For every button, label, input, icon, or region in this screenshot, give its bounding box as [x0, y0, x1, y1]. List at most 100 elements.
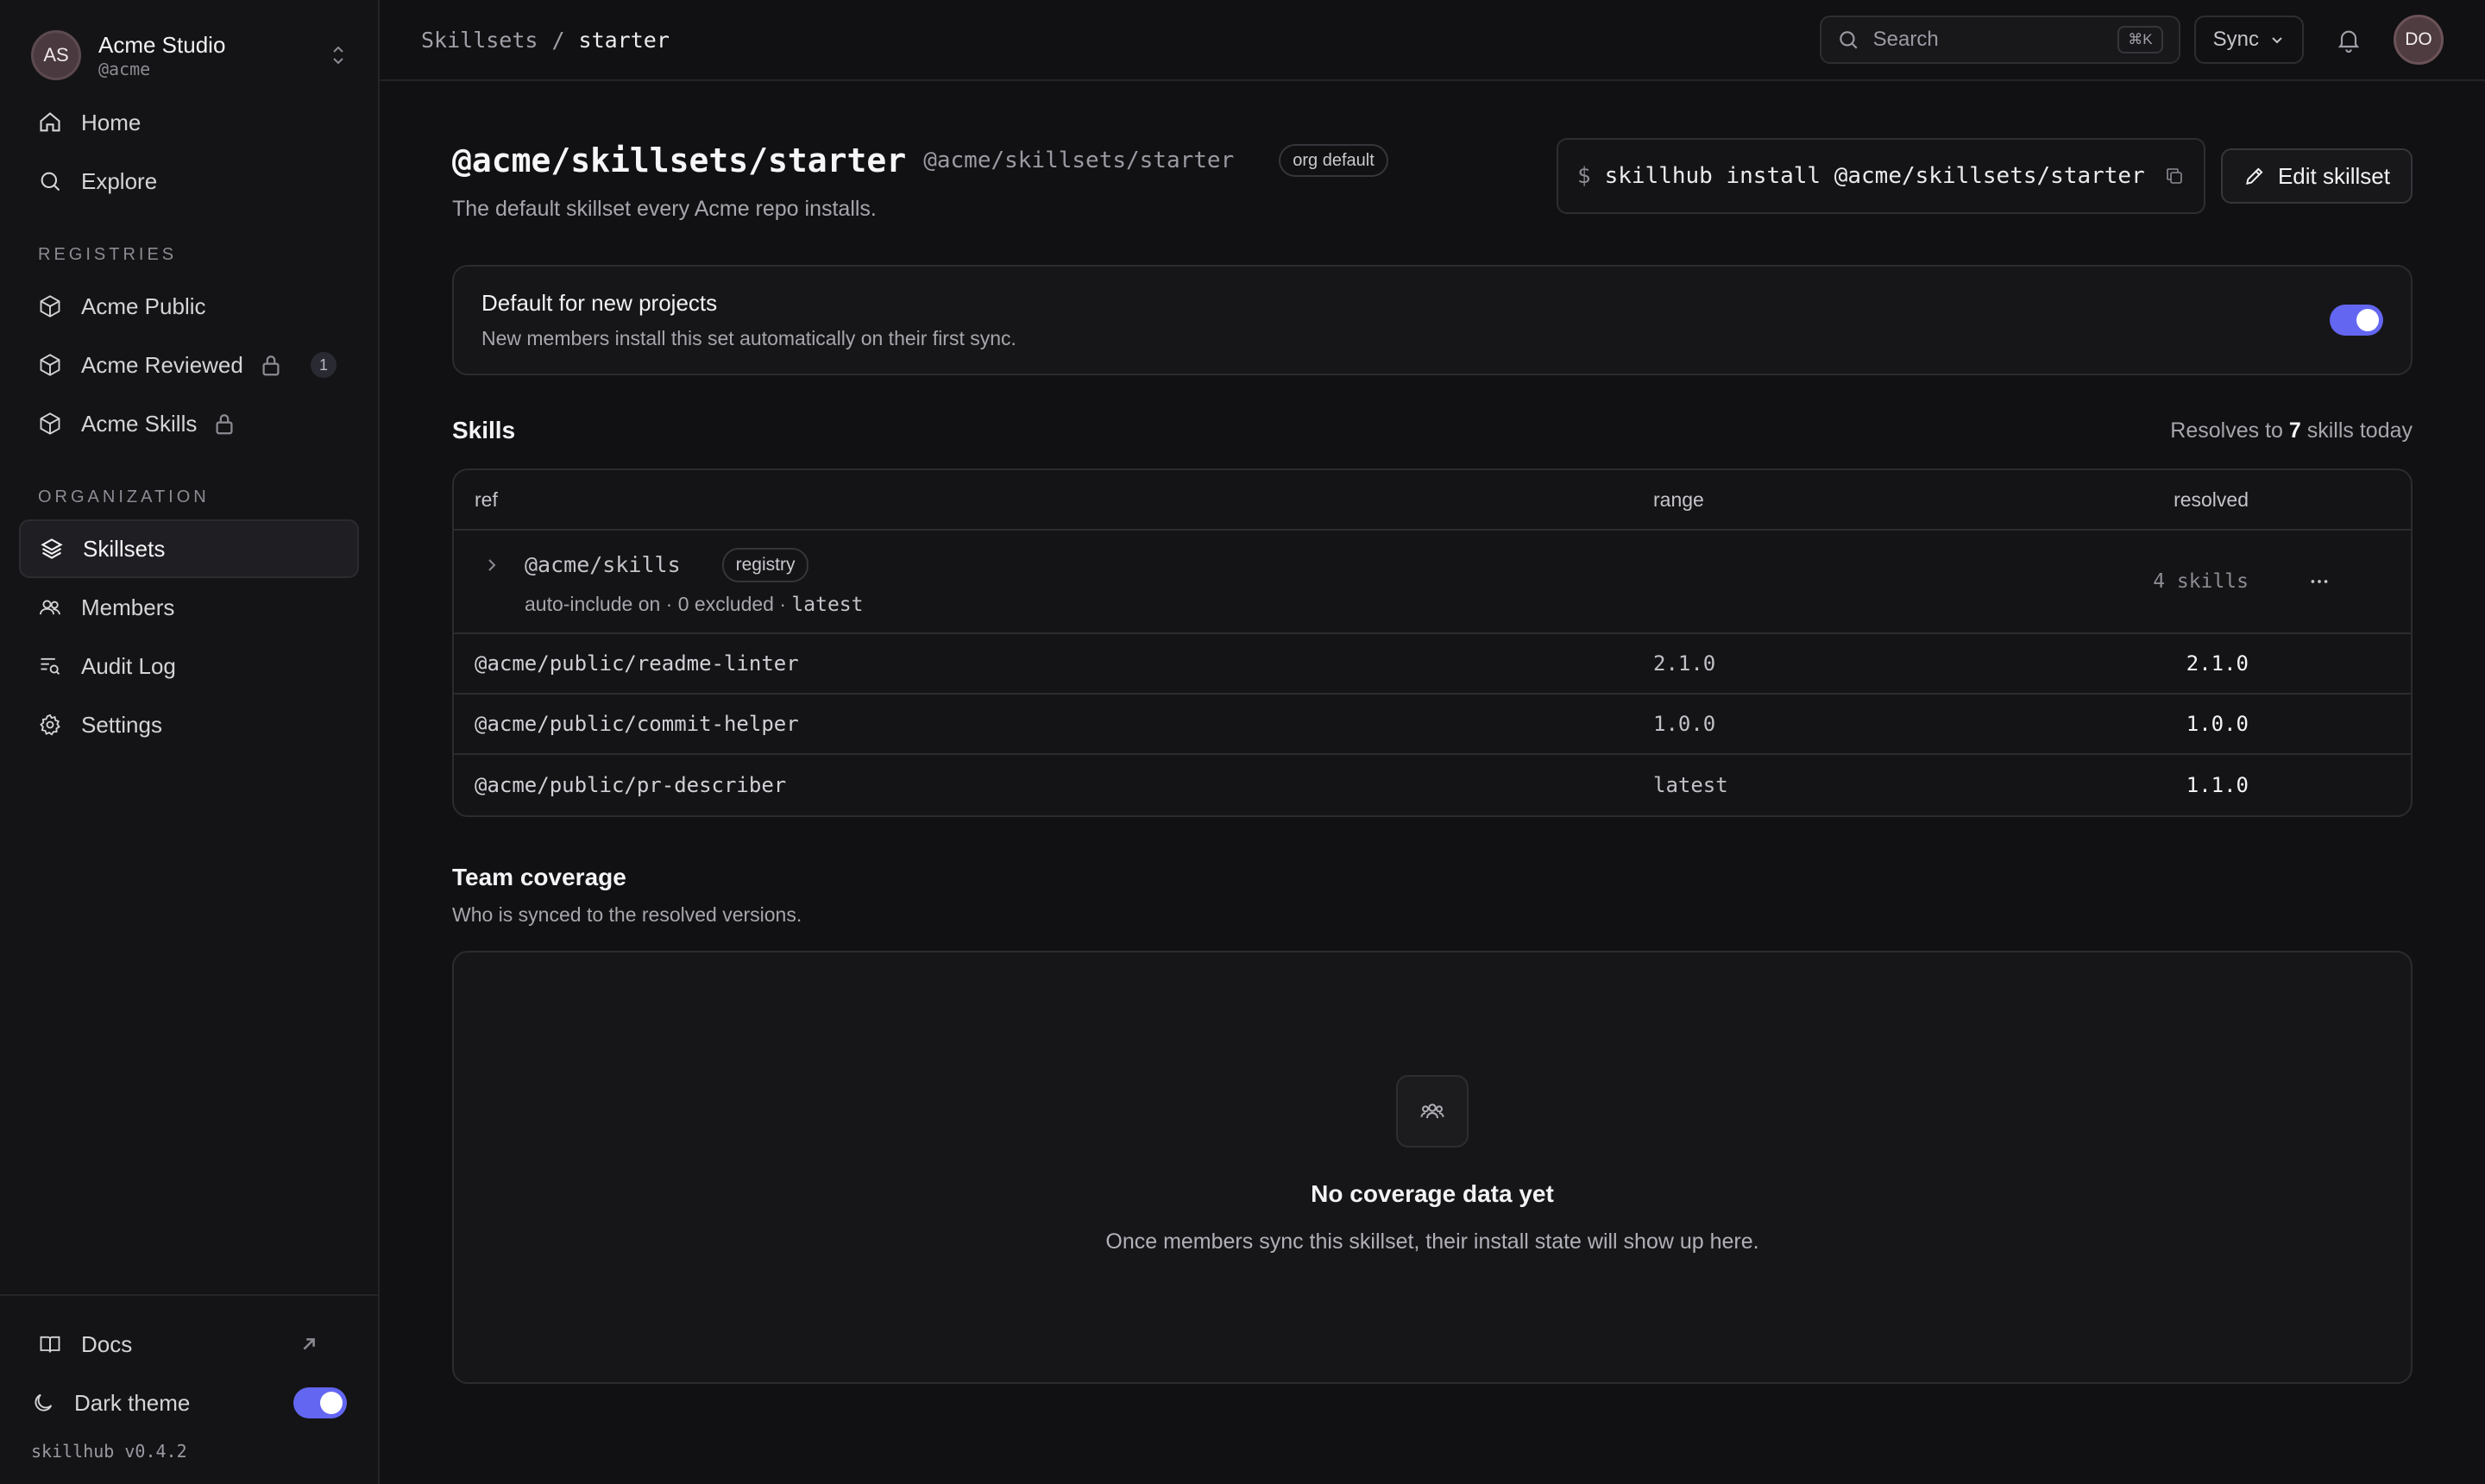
- table-row[interactable]: @acme/public/pr-describer latest 1.1.0: [454, 755, 2411, 815]
- title-line: @acme/skillsets/starter @acme/skillsets/…: [452, 141, 1557, 179]
- skills-heading: Skills: [452, 417, 516, 443]
- coverage-header: Team coverage Who is synced to the resol…: [452, 864, 2413, 927]
- organization-nav: Skillsets Members Audit Log Settings: [0, 519, 378, 754]
- sync-button[interactable]: Sync: [2193, 16, 2304, 64]
- title-block: @acme/skillsets/starter @acme/skillsets/…: [452, 138, 1557, 222]
- group-meta: auto-include on · 0 excluded · latest: [525, 593, 1653, 616]
- nav-explore[interactable]: Explore: [19, 152, 359, 211]
- sidebar-item-audit-log[interactable]: Audit Log: [19, 637, 359, 695]
- copy-icon[interactable]: [2164, 166, 2185, 186]
- sidebar-item-label: Audit Log: [81, 652, 176, 679]
- book-icon: [40, 1336, 60, 1353]
- sidebar-item-skillsets[interactable]: Skillsets: [19, 519, 359, 578]
- default-projects-card: Default for new projects New members ins…: [452, 265, 2413, 375]
- skillset-header: @acme/skillsets/starter @acme/skillsets/…: [452, 138, 2413, 222]
- pending-count-badge: 1: [311, 352, 337, 378]
- default-projects-toggle[interactable]: [2330, 305, 2383, 336]
- group-ref-cell: @acme/skills registry auto-include on · …: [475, 547, 1653, 616]
- chevron-updown-icon: [333, 46, 343, 65]
- breadcrumb: Skillsets / starter: [421, 28, 670, 53]
- nav-home-label: Home: [81, 109, 142, 135]
- install-command[interactable]: $ skillhub install @acme/skillsets/start…: [1556, 138, 2205, 214]
- sidebar-item-label: Settings: [81, 711, 162, 738]
- chevron-down-icon: [2272, 37, 2282, 44]
- default-projects-title: Default for new projects: [481, 290, 718, 316]
- org-switcher[interactable]: AS Acme Studio @acme: [0, 0, 378, 83]
- org-name: Acme Studio: [98, 32, 226, 58]
- table-row[interactable]: @acme/public/commit-helper 1.0.0 1.0.0: [454, 695, 2411, 755]
- col-header-ref: ref: [475, 487, 498, 511]
- sidebar-item-members[interactable]: Members: [19, 578, 359, 637]
- users-icon: [39, 600, 61, 615]
- search-icon: [41, 172, 60, 192]
- layers-icon: [41, 538, 63, 559]
- breadcrumb-separator: /: [551, 27, 565, 53]
- resolves-prefix: Resolves to: [2170, 418, 2283, 443]
- coverage-description: Who is synced to the resolved versions.: [452, 903, 802, 926]
- package-icon: [40, 412, 60, 435]
- breadcrumb-current: starter: [578, 27, 670, 53]
- package-icon: [40, 295, 60, 318]
- search-placeholder: Search: [1872, 28, 1939, 51]
- gear-icon: [40, 714, 60, 736]
- sidebar-item-label: Acme Skills: [81, 410, 198, 437]
- search-shortcut: ⌘K: [2117, 26, 2163, 53]
- empty-state-title: No coverage data yet: [1311, 1180, 1554, 1207]
- table-row[interactable]: @acme/public/readme-linter 2.1.0 2.1.0: [454, 634, 2411, 695]
- app-root: AS Acme Studio @acme Home Explore REGIST…: [0, 0, 2485, 1484]
- install-prompt: $: [1576, 163, 1591, 189]
- sidebar-item-settings[interactable]: Settings: [19, 695, 359, 754]
- docs-link[interactable]: Docs: [19, 1315, 359, 1374]
- default-projects-text: Default for new projects New members ins…: [481, 290, 1016, 350]
- group-ref: @acme/skills: [525, 552, 681, 577]
- resolves-count: 7: [2288, 418, 2301, 443]
- group-meta-text: auto-include on · 0 excluded ·: [525, 592, 787, 615]
- users-icon: [1420, 1104, 1444, 1119]
- external-link-icon: [303, 1338, 315, 1350]
- edit-skillset-button[interactable]: Edit skillset: [2220, 148, 2413, 204]
- main-nav: Home Explore: [0, 93, 378, 211]
- org-handle: @acme: [98, 59, 151, 79]
- page-subtitle: @acme/skillsets/starter: [923, 148, 1235, 173]
- coverage-heading: Team coverage: [452, 864, 626, 890]
- bell-icon[interactable]: [2335, 26, 2362, 53]
- more-horizontal-icon[interactable]: [2308, 570, 2331, 593]
- coverage-empty-state: No coverage data yet Once members sync t…: [452, 951, 2413, 1384]
- row-ref: @acme/public/commit-helper: [475, 712, 799, 736]
- page-title: @acme/skillsets/starter: [452, 141, 907, 179]
- package-icon: [40, 354, 60, 376]
- chevron-right-icon[interactable]: [483, 556, 500, 574]
- org-avatar: AS: [31, 30, 81, 80]
- group-actions: [2249, 570, 2390, 593]
- nav-home[interactable]: Home: [19, 93, 359, 152]
- col-header-range: range: [1653, 487, 1704, 511]
- sidebar-item-acme-public[interactable]: Acme Public: [19, 277, 359, 336]
- default-projects-description: New members install this set automatical…: [481, 327, 1016, 349]
- app-version: skillhub v0.4.2: [31, 1441, 187, 1462]
- sidebar-footer: Docs Dark theme skillhub v0.4.2: [0, 1294, 378, 1484]
- sidebar-item-label: Acme Public: [81, 292, 206, 319]
- empty-state-description: Once members sync this skillset, their i…: [1105, 1229, 1759, 1254]
- user-avatar[interactable]: DO: [2394, 15, 2444, 65]
- dark-theme-label: Dark theme: [74, 1389, 191, 1416]
- row-resolved: 2.1.0: [2186, 651, 2249, 676]
- row-ref: @acme/public/readme-linter: [475, 651, 799, 676]
- sync-label: Sync: [2212, 28, 2259, 51]
- topbar: Skillsets / starter Search ⌘K Sync DO: [380, 0, 2485, 81]
- main: Skillsets / starter Search ⌘K Sync DO @a…: [380, 0, 2485, 1484]
- breadcrumb-skillsets[interactable]: Skillsets: [421, 28, 538, 53]
- row-resolved: 1.1.0: [2186, 773, 2249, 797]
- col-header-resolved: resolved: [2174, 487, 2249, 511]
- sidebar-item-acme-reviewed[interactable]: Acme Reviewed 1: [19, 336, 359, 394]
- pencil-icon: [2246, 167, 2263, 185]
- topbar-actions: Search ⌘K Sync DO: [1819, 15, 2444, 65]
- dark-theme-toggle[interactable]: [293, 1387, 347, 1418]
- skills-header: Skills Resolves to 7 skills today: [452, 417, 2413, 444]
- resolves-summary: Resolves to 7 skills today: [2170, 418, 2413, 443]
- content: @acme/skillsets/starter @acme/skillsets/…: [380, 81, 2485, 1484]
- sidebar-item-label: Skillsets: [83, 535, 166, 562]
- search-input[interactable]: Search ⌘K: [1819, 16, 2180, 64]
- sidebar-item-acme-skills[interactable]: Acme Skills: [19, 394, 359, 453]
- org-text: Acme Studio @acme: [98, 31, 330, 79]
- table-row-registry-group[interactable]: @acme/skills registry auto-include on · …: [454, 531, 2411, 634]
